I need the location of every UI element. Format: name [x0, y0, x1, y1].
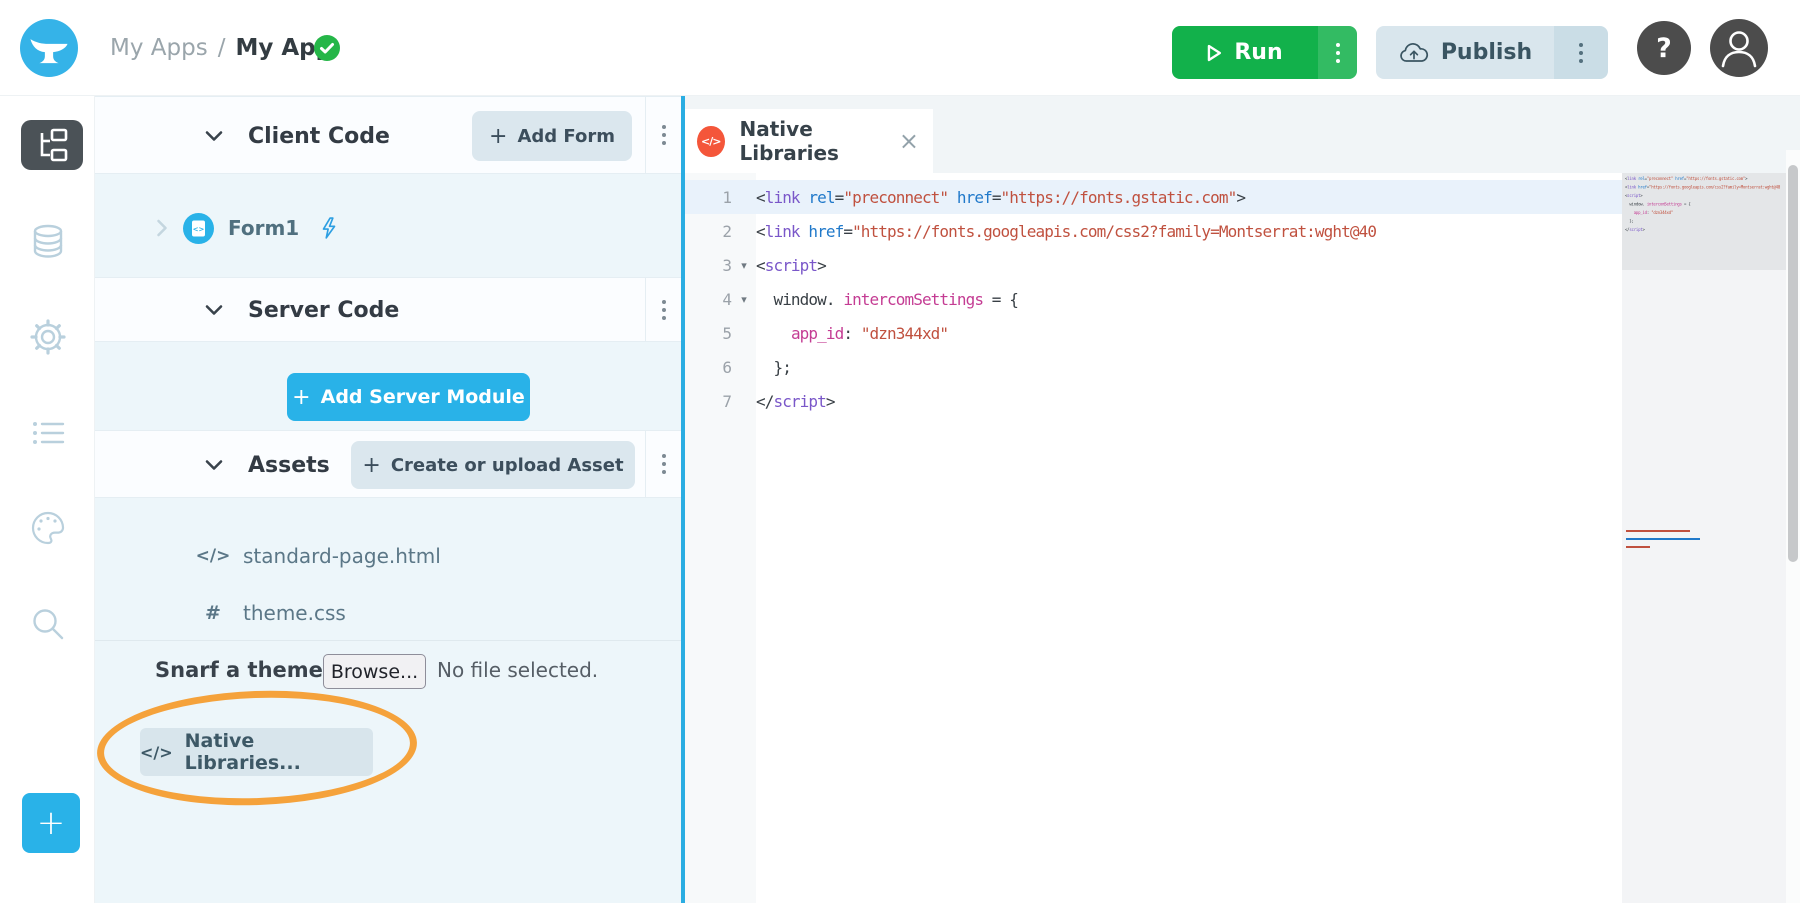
minimap[interactable]: 1<link rel="preconnect" href="https://fo… — [1622, 173, 1786, 903]
search-icon — [28, 604, 68, 644]
assets-menu-button[interactable] — [645, 431, 681, 497]
kebab-icon — [662, 454, 666, 474]
sidebar-item-theme[interactable] — [27, 507, 69, 549]
help-button[interactable]: ? — [1637, 21, 1691, 75]
asset-name: standard-page.html — [243, 544, 441, 568]
tab-native-libraries[interactable]: </> Native Libraries × — [685, 109, 933, 173]
server-code-list: + Add Server Module — [95, 342, 681, 430]
user-avatar-icon — [1710, 19, 1768, 77]
expand-chevron-icon[interactable] — [155, 219, 169, 237]
account-button[interactable] — [1710, 19, 1768, 77]
server-code-title: Server Code — [248, 298, 399, 323]
code-editor[interactable]: 1<link rel="preconnect" href="https://fo… — [685, 173, 1800, 903]
code-brackets-icon: </> — [140, 743, 173, 762]
publish-button[interactable]: Publish — [1376, 26, 1554, 79]
svg-text:<>: <> — [193, 225, 205, 233]
asset-name: theme.css — [243, 601, 346, 625]
plus-icon: + — [489, 124, 507, 149]
server-code-section-header: Server Code — [95, 277, 681, 342]
native-libraries-label: Native Libraries... — [185, 730, 373, 774]
plus-icon: + — [362, 453, 380, 478]
form-item-form1[interactable]: <> Form1 — [155, 208, 337, 248]
app-saved-badge — [314, 35, 340, 61]
assets-list: </> standard-page.html # theme.css — [95, 498, 681, 640]
kebab-icon — [1336, 43, 1340, 63]
tool-sidebar: + — [0, 96, 95, 903]
kebab-icon — [1579, 43, 1583, 63]
anvil-editor-window: My Apps / My App Run — [0, 0, 1800, 903]
lightning-icon — [321, 217, 337, 239]
add-server-module-label: Add Server Module — [321, 386, 525, 408]
client-code-section-header: Client Code + Add Form — [95, 96, 681, 174]
form-item-label: Form1 — [228, 216, 299, 240]
native-libraries-tab-icon: </> — [697, 126, 725, 157]
publish-options-button[interactable] — [1554, 26, 1608, 79]
check-icon — [314, 35, 340, 61]
database-icon — [28, 222, 68, 262]
theme-tools-area: Snarf a theme: Browse... No file selecte… — [95, 640, 681, 903]
minimap-code: 1<link rel="preconnect" href="https://fo… — [1625, 174, 1786, 234]
add-component-button[interactable]: + — [22, 793, 80, 853]
tab-label: Native Libraries — [740, 117, 899, 165]
asset-item-theme-css[interactable]: # theme.css — [195, 595, 346, 631]
plus-icon: + — [292, 385, 310, 410]
app-browser-panel: Client Code + Add Form <> F — [95, 96, 681, 903]
editor-scrollbar[interactable] — [1786, 150, 1800, 903]
minimap-extra-marks — [1626, 530, 1700, 554]
client-code-menu-button[interactable] — [645, 97, 681, 173]
collapse-chevron-icon[interactable] — [205, 303, 223, 317]
run-button-group: Run — [1172, 26, 1357, 79]
palette-icon — [28, 508, 68, 548]
help-button-label: ? — [1656, 33, 1672, 64]
plus-icon: + — [37, 806, 66, 840]
kebab-icon — [662, 300, 666, 320]
create-or-upload-asset-label: Create or upload Asset — [391, 455, 624, 476]
run-button[interactable]: Run — [1172, 26, 1318, 79]
breadcrumb: My Apps / My App — [110, 0, 332, 96]
scrollbar-thumb[interactable] — [1788, 165, 1798, 562]
kebab-icon — [662, 125, 666, 145]
asset-item-standard-page[interactable]: </> standard-page.html — [195, 538, 441, 574]
app-browser-tree-icon — [33, 128, 71, 162]
cloud-upload-icon — [1398, 41, 1430, 65]
breadcrumb-my-apps[interactable]: My Apps — [110, 35, 208, 61]
server-code-menu-button[interactable] — [645, 278, 681, 341]
sidebar-item-app-browser[interactable] — [21, 120, 83, 170]
native-libraries-button[interactable]: </> Native Libraries... — [140, 728, 373, 776]
run-button-label: Run — [1234, 40, 1282, 65]
top-header: My Apps / My App Run — [0, 0, 1800, 96]
snarf-theme-label: Snarf a theme: — [155, 658, 331, 682]
html-file-icon: </> — [195, 546, 231, 566]
collapse-chevron-icon[interactable] — [205, 129, 223, 143]
assets-section-header: Assets + Create or upload Asset — [95, 430, 681, 498]
file-selected-status: No file selected. — [437, 658, 598, 682]
client-code-list: <> Form1 — [95, 174, 681, 277]
code-lines[interactable]: 1<link rel="preconnect" href="https://fo… — [685, 173, 1622, 418]
sidebar-item-data-tables[interactable] — [27, 221, 69, 263]
play-icon — [1207, 44, 1222, 62]
sidebar-item-app-logs[interactable] — [27, 412, 69, 454]
sidebar-item-settings[interactable] — [27, 316, 69, 358]
add-server-module-button[interactable]: + Add Server Module — [287, 373, 530, 421]
css-file-icon: # — [195, 602, 231, 624]
publish-button-label: Publish — [1441, 40, 1532, 65]
form-file-icon: <> — [183, 213, 214, 244]
publish-button-group: Publish — [1376, 26, 1608, 79]
client-code-title: Client Code — [248, 124, 390, 149]
assets-title: Assets — [248, 453, 330, 478]
run-options-button[interactable] — [1318, 26, 1357, 79]
anvil-logo-icon — [27, 26, 71, 70]
close-tab-icon[interactable]: × — [899, 129, 919, 153]
editor-tab-bar: </> Native Libraries × — [685, 96, 1800, 173]
create-or-upload-asset-button[interactable]: + Create or upload Asset — [351, 441, 635, 489]
add-form-label: Add Form — [517, 126, 615, 147]
gear-icon — [28, 317, 68, 357]
sidebar-item-search[interactable] — [27, 603, 69, 645]
anvil-logo[interactable] — [20, 19, 78, 77]
list-icon — [28, 413, 68, 453]
browse-file-button[interactable]: Browse... — [323, 654, 426, 689]
breadcrumb-separator: / — [218, 35, 226, 61]
add-form-button[interactable]: + Add Form — [472, 111, 632, 161]
collapse-chevron-icon[interactable] — [205, 458, 223, 472]
